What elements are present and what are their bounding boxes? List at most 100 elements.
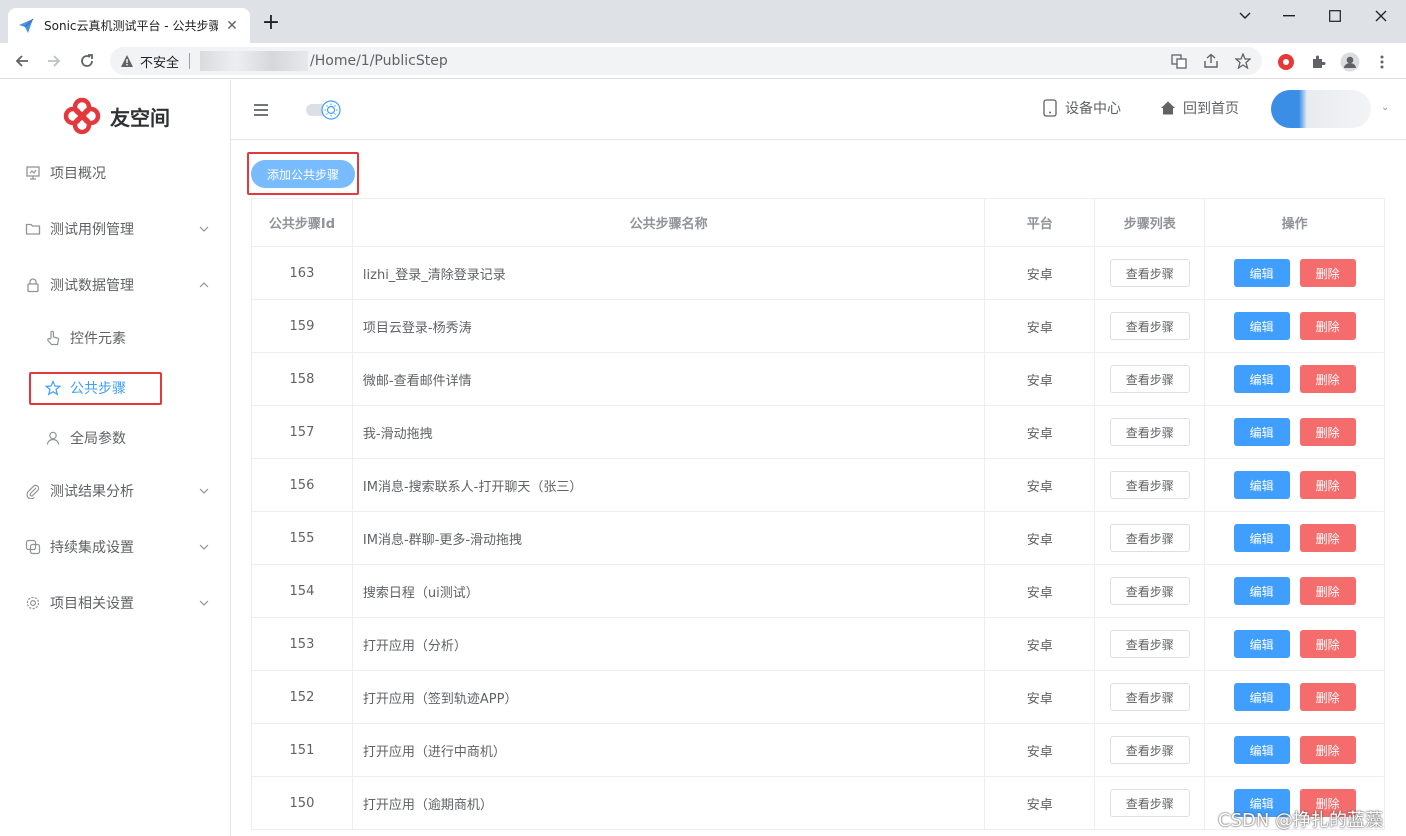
puzzle-icon[interactable] (1308, 52, 1328, 72)
device-center-link[interactable]: 设备中心 (1041, 98, 1121, 118)
browser-tab[interactable]: Sonic云真机测试平台 - 公共步骤 ✕ (8, 8, 250, 43)
sidebar: 友空间 项目概况 测试用例管理 测试数据管理 控件元素 公共步骤 全局参数 测试… (0, 80, 231, 836)
view-steps-button[interactable]: 查看步骤 (1109, 789, 1190, 817)
edit-button[interactable]: 编辑 (1233, 630, 1290, 658)
edit-button[interactable]: 编辑 (1233, 259, 1290, 287)
edit-button[interactable]: 编辑 (1233, 471, 1290, 499)
cell-platform: 安卓 (985, 618, 1096, 670)
view-steps-button[interactable]: 查看步骤 (1109, 577, 1190, 605)
table-row: 152 打开应用（签到轨迹APP） 安卓 查看步骤 编辑 删除 (252, 671, 1385, 724)
delete-button[interactable]: 删除 (1299, 312, 1356, 340)
cell-steps: 查看步骤 (1095, 512, 1206, 564)
edit-button[interactable]: 编辑 (1233, 736, 1290, 764)
url-path: /Home/1/PublicStep (310, 53, 448, 69)
forward-arrow-icon[interactable] (42, 49, 66, 73)
cell-name: 我-滑动拖拽 (353, 406, 986, 458)
column-header-name: 公共步骤名称 (353, 199, 986, 246)
cell-platform: 安卓 (985, 247, 1096, 299)
view-steps-button[interactable]: 查看步骤 (1109, 259, 1190, 287)
extension-red-icon[interactable] (1276, 52, 1296, 72)
minimize-icon[interactable] (1266, 4, 1312, 28)
cell-actions: 编辑 删除 (1205, 353, 1385, 405)
delete-button[interactable]: 删除 (1299, 418, 1356, 446)
delete-button[interactable]: 删除 (1299, 524, 1356, 552)
cell-platform: 安卓 (985, 671, 1096, 723)
sidebar-item-label: 测试结果分析 (50, 484, 134, 500)
tab-close-icon[interactable]: ✕ (224, 18, 240, 34)
theme-switch[interactable] (305, 100, 341, 120)
sidebar-item-elements[interactable]: 控件元素 (0, 320, 230, 356)
presentation-icon (24, 164, 42, 182)
sidebar-item-global-params[interactable]: 全局参数 (0, 420, 230, 456)
caret-icon[interactable]: ⌄ (1381, 102, 1389, 113)
sidebar-item-label: 测试数据管理 (50, 278, 134, 294)
edit-button[interactable]: 编辑 (1233, 683, 1290, 711)
sidebar-item-label: 持续集成设置 (50, 540, 134, 556)
new-tab-icon[interactable]: + (260, 12, 282, 34)
view-steps-button[interactable]: 查看步骤 (1109, 365, 1190, 393)
cell-id: 153 (252, 618, 353, 670)
view-steps-button[interactable]: 查看步骤 (1109, 683, 1190, 711)
cell-actions: 编辑 删除 (1205, 247, 1385, 299)
close-window-icon[interactable] (1358, 4, 1404, 28)
logo[interactable]: 友空间 (62, 96, 170, 136)
table-row: 157 我-滑动拖拽 安卓 查看步骤 编辑 删除 (252, 406, 1385, 459)
user-avatar[interactable] (1271, 90, 1371, 128)
reload-icon[interactable] (75, 49, 99, 73)
sidebar-item-testdata[interactable]: 测试数据管理 (0, 267, 230, 303)
warning-triangle-icon[interactable] (120, 54, 134, 68)
edit-button[interactable]: 编辑 (1233, 577, 1290, 605)
edit-button[interactable]: 编辑 (1233, 418, 1290, 446)
view-steps-button[interactable]: 查看步骤 (1109, 418, 1190, 446)
cell-platform: 安卓 (985, 353, 1096, 405)
cell-steps: 查看步骤 (1095, 671, 1206, 723)
column-header-platform: 平台 (985, 199, 1096, 246)
back-home-link[interactable]: 回到首页 (1159, 98, 1239, 118)
view-steps-button[interactable]: 查看步骤 (1109, 736, 1190, 764)
chevron-down-icon[interactable] (1222, 4, 1268, 28)
cell-id: 158 (252, 353, 353, 405)
kebab-menu-icon[interactable] (1372, 52, 1392, 72)
edit-button[interactable]: 编辑 (1233, 524, 1290, 552)
profile-avatar-icon[interactable] (1340, 52, 1360, 72)
cell-id: 150 (252, 777, 353, 829)
view-steps-button[interactable]: 查看步骤 (1109, 471, 1190, 499)
address-bar[interactable]: 不安全 /Home/1/PublicStep (110, 47, 1262, 75)
sidebar-item-ci[interactable]: 持续集成设置 (0, 529, 230, 565)
back-arrow-icon[interactable] (10, 49, 34, 73)
edit-button[interactable]: 编辑 (1233, 312, 1290, 340)
cell-actions: 编辑 删除 (1205, 459, 1385, 511)
view-steps-button[interactable]: 查看步骤 (1109, 312, 1190, 340)
share-icon[interactable] (1202, 52, 1220, 70)
delete-button[interactable]: 删除 (1299, 683, 1356, 711)
sidebar-item-results[interactable]: 测试结果分析 (0, 473, 230, 509)
sidebar-item-testcases[interactable]: 测试用例管理 (0, 211, 230, 247)
cell-name: IM消息-群聊-更多-滑动拖拽 (353, 512, 986, 564)
table-row: 158 微邮-查看邮件详情 安卓 查看步骤 编辑 删除 (252, 353, 1385, 406)
delete-button[interactable]: 删除 (1299, 736, 1356, 764)
translate-icon[interactable] (1170, 52, 1188, 70)
bookmark-star-icon[interactable] (1234, 52, 1252, 70)
sidebar-item-project-settings[interactable]: 项目相关设置 (0, 585, 230, 621)
cell-steps: 查看步骤 (1095, 724, 1206, 776)
collapse-menu-icon[interactable] (251, 100, 271, 120)
delete-button[interactable]: 删除 (1299, 365, 1356, 393)
view-steps-button[interactable]: 查看步骤 (1109, 630, 1190, 658)
cell-steps: 查看步骤 (1095, 777, 1206, 829)
watermark: CSDN @挣扎的蓝藻 (1218, 810, 1384, 831)
delete-button[interactable]: 删除 (1299, 630, 1356, 658)
cell-actions: 编辑 删除 (1205, 724, 1385, 776)
column-header-steps: 步骤列表 (1095, 199, 1206, 246)
sidebar-item-label: 测试用例管理 (50, 222, 134, 238)
view-steps-button[interactable]: 查看步骤 (1109, 524, 1190, 552)
edit-button[interactable]: 编辑 (1233, 365, 1290, 393)
insecure-label: 不安全 (140, 55, 180, 71)
delete-button[interactable]: 删除 (1299, 577, 1356, 605)
delete-button[interactable]: 删除 (1299, 259, 1356, 287)
delete-button[interactable]: 删除 (1299, 471, 1356, 499)
cell-id: 155 (252, 512, 353, 564)
maximize-icon[interactable] (1312, 4, 1358, 28)
cell-name: IM消息-搜索联系人-打开聊天（张三） (353, 459, 986, 511)
cell-steps: 查看步骤 (1095, 247, 1206, 299)
sidebar-item-overview[interactable]: 项目概况 (0, 155, 230, 191)
